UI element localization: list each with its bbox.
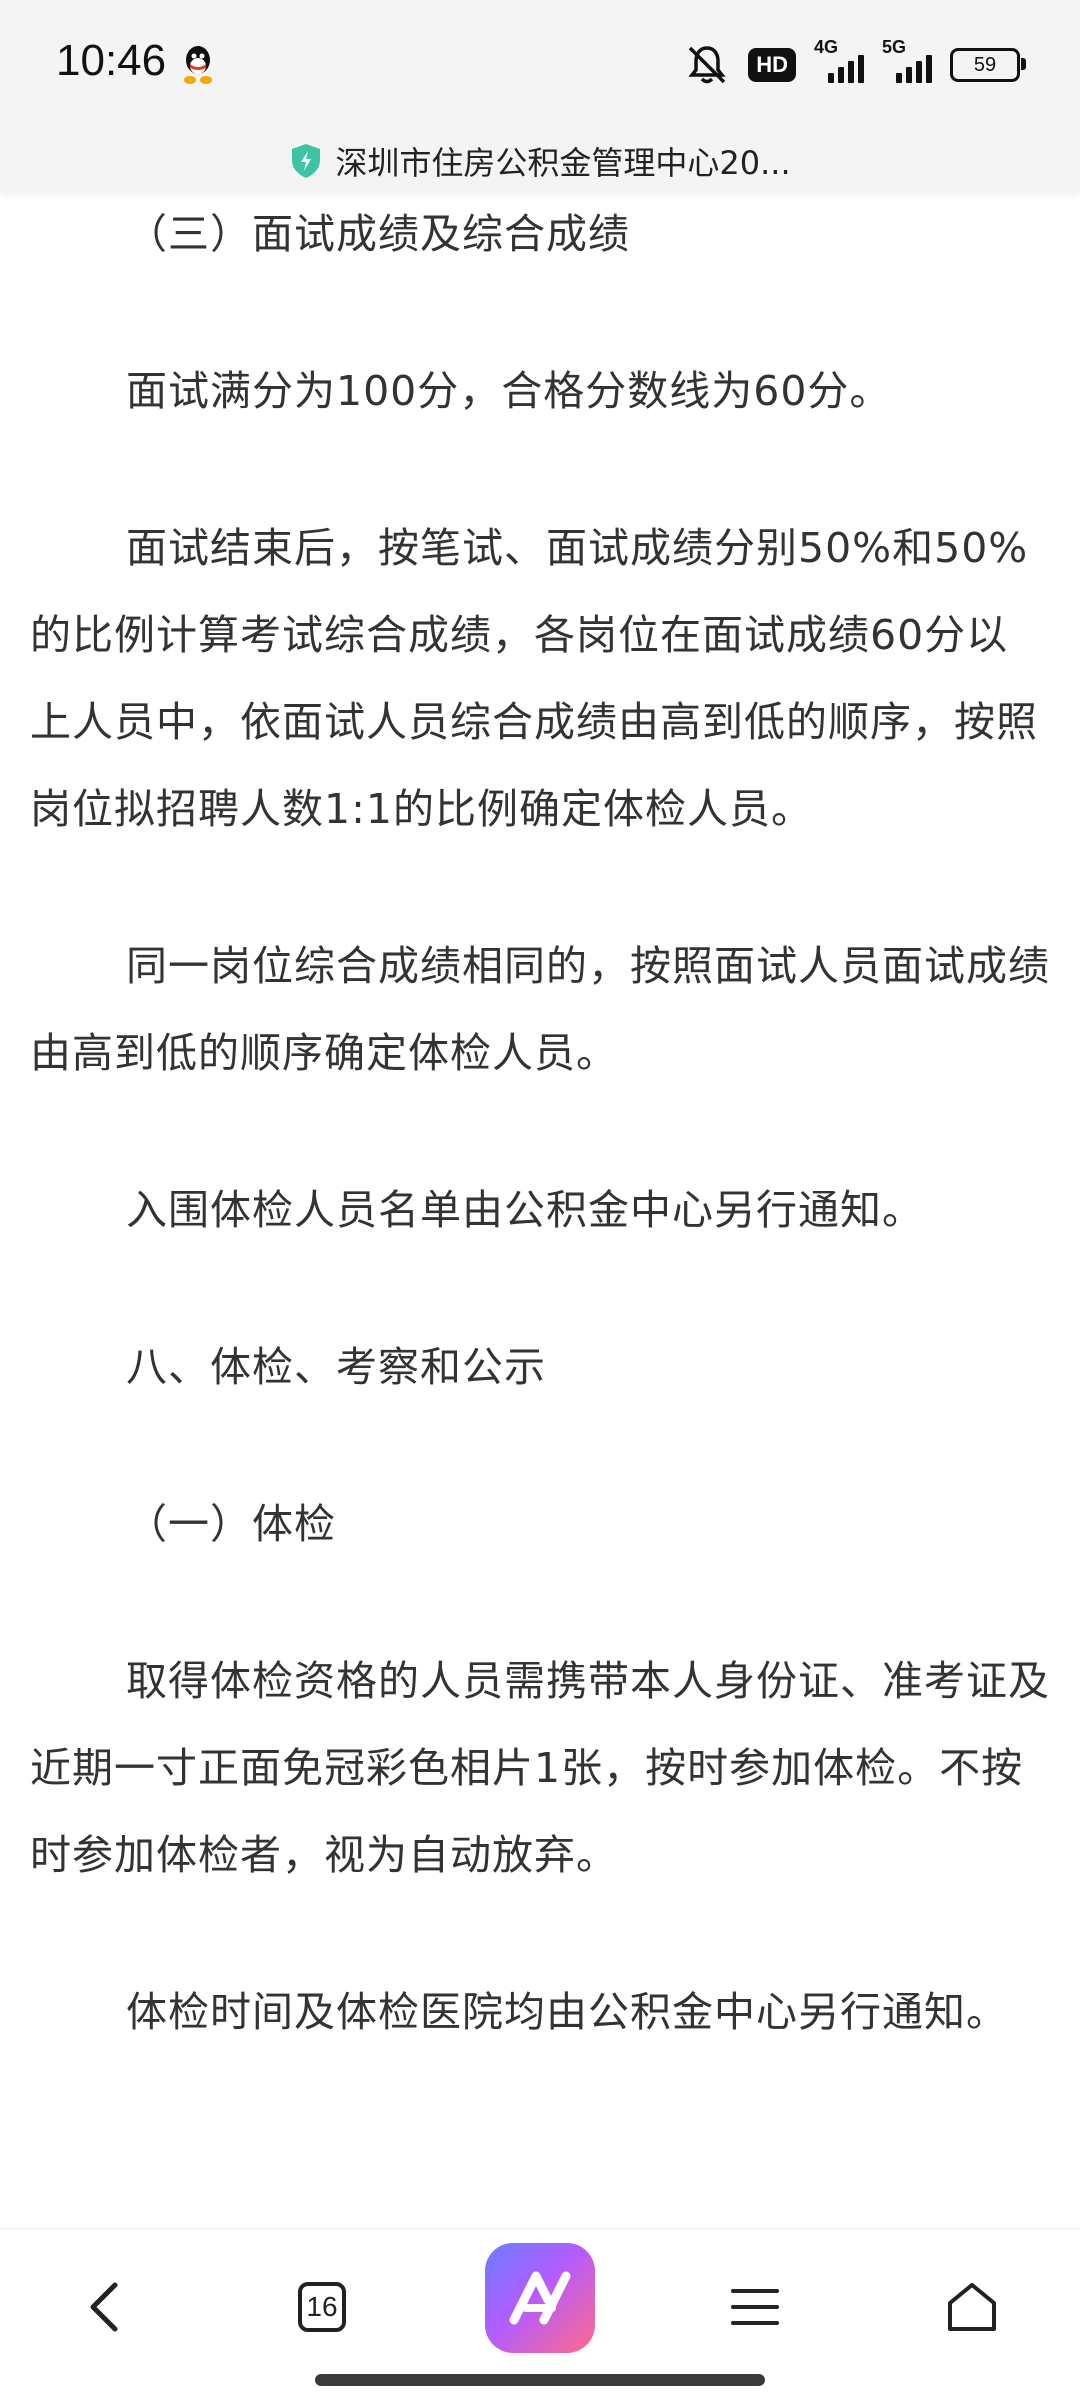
mute-bell-icon: [688, 46, 726, 84]
tabs-icon: 16: [298, 2282, 346, 2332]
status-bar: 10:46 HD 4G 5G 59: [0, 0, 1080, 130]
paragraph: 体检时间及体检医院均由公积金中心另行通知。: [126, 1988, 1008, 2036]
home-icon: [948, 2283, 996, 2331]
paragraph: 面试满分为100分，合格分数线为60分。: [126, 367, 892, 415]
battery-icon: 59: [950, 48, 1026, 82]
section-heading: 八、体检、考察和公示: [126, 1343, 546, 1391]
paragraph: 取得体检资格的人员需携带本人身份证、准考证及近期一寸正面免冠彩色相片1张，按时参…: [30, 1657, 1050, 1879]
paragraph: 面试结束后，按笔试、面试成绩分别50%和50%的比例计算考试综合成绩，各岗位在面…: [30, 524, 1038, 833]
qq-icon: [184, 46, 212, 84]
address-bar[interactable]: 深圳市住房公积金管理中心20...: [0, 130, 1080, 192]
gesture-bar[interactable]: [315, 2374, 765, 2386]
menu-button[interactable]: [705, 2257, 805, 2357]
ai-assistant-icon: [485, 2243, 595, 2353]
status-icons: HD 4G 5G 59: [684, 37, 1026, 90]
clock: 10:46: [56, 36, 167, 85]
hd-voice-badge: HD: [748, 48, 796, 82]
subsection-heading: （一）体检: [126, 1500, 336, 1548]
section-heading: （三）面试成绩及综合成绩: [126, 210, 630, 258]
article-body: （三）面试成绩及综合成绩 面试满分为100分，合格分数线为60分。 面试结束后，…: [30, 192, 1050, 2056]
signal-5g: 5G: [882, 37, 932, 83]
paragraph: 同一岗位综合成绩相同的，按照面试人员面试成绩由高到低的顺序确定体检人员。: [30, 942, 1050, 1077]
paragraph: 入围体检人员名单由公积金中心另行通知。: [126, 1186, 924, 1234]
tabs-button[interactable]: 16: [272, 2257, 372, 2357]
home-button[interactable]: [922, 2257, 1022, 2357]
shield-icon: [292, 144, 321, 178]
signal-4g: 4G: [814, 37, 864, 83]
ai-assistant-button[interactable]: [485, 2243, 595, 2353]
back-button[interactable]: [55, 2257, 155, 2357]
page-title: 深圳市住房公积金管理中心20...: [335, 144, 791, 182]
back-icon: [90, 2282, 118, 2332]
tab-count: 16: [306, 2291, 338, 2322]
battery-level: 59: [973, 53, 997, 76]
menu-icon: [731, 2289, 779, 2325]
